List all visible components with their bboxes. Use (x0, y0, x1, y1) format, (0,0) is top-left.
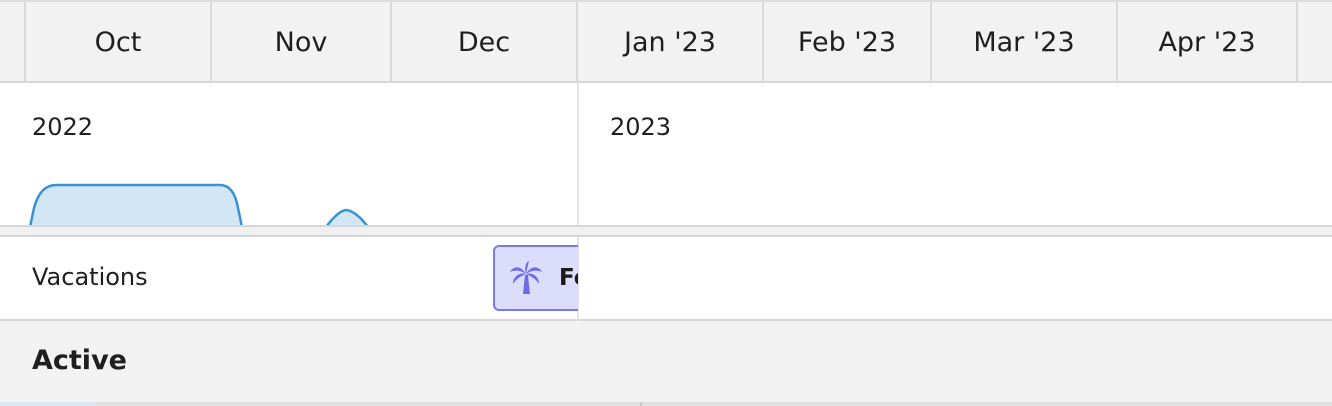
month-cell-feb[interactable]: Feb '23 (764, 2, 932, 83)
month-cell-next (1298, 2, 1332, 83)
vacations-row: Vacations Fe (0, 237, 1332, 321)
vacations-row-label: Vacations (32, 263, 148, 291)
month-header: Oct Nov Dec Jan '23 Feb '23 Mar '23 Apr … (0, 0, 1332, 83)
active-row-bar-segment (0, 402, 96, 406)
vacation-event-title: Fe (559, 265, 578, 291)
month-cell-apr[interactable]: Apr '23 (1118, 2, 1298, 83)
timeline-view: Oct Nov Dec Jan '23 Feb '23 Mar '23 Apr … (0, 0, 1332, 406)
row-separator (0, 227, 1332, 237)
month-cell-previous (0, 2, 26, 83)
vacation-event[interactable]: Fe (493, 245, 578, 311)
palm-tree-icon (507, 259, 545, 297)
active-section: Active (0, 321, 1332, 406)
density-curve (29, 183, 369, 225)
year-label-2022: 2022 (32, 113, 94, 141)
month-cell-dec[interactable]: Dec (392, 2, 578, 83)
active-section-title: Active (32, 345, 127, 376)
active-section-bottom-border (0, 402, 1332, 406)
month-cell-mar[interactable]: Mar '23 (932, 2, 1118, 83)
density-area-oct-nov (29, 183, 243, 225)
year-label-2023: 2023 (610, 113, 672, 141)
month-cell-jan[interactable]: Jan '23 (578, 2, 764, 83)
month-cell-oct[interactable]: Oct (26, 2, 212, 83)
vacation-event-clip: Fe (492, 245, 578, 313)
month-cell-nov[interactable]: Nov (212, 2, 392, 83)
year-divider (577, 83, 579, 225)
year-row: 2022 2023 (0, 83, 1332, 227)
density-area-dec (325, 208, 369, 225)
active-row-divider-tick (640, 402, 642, 406)
